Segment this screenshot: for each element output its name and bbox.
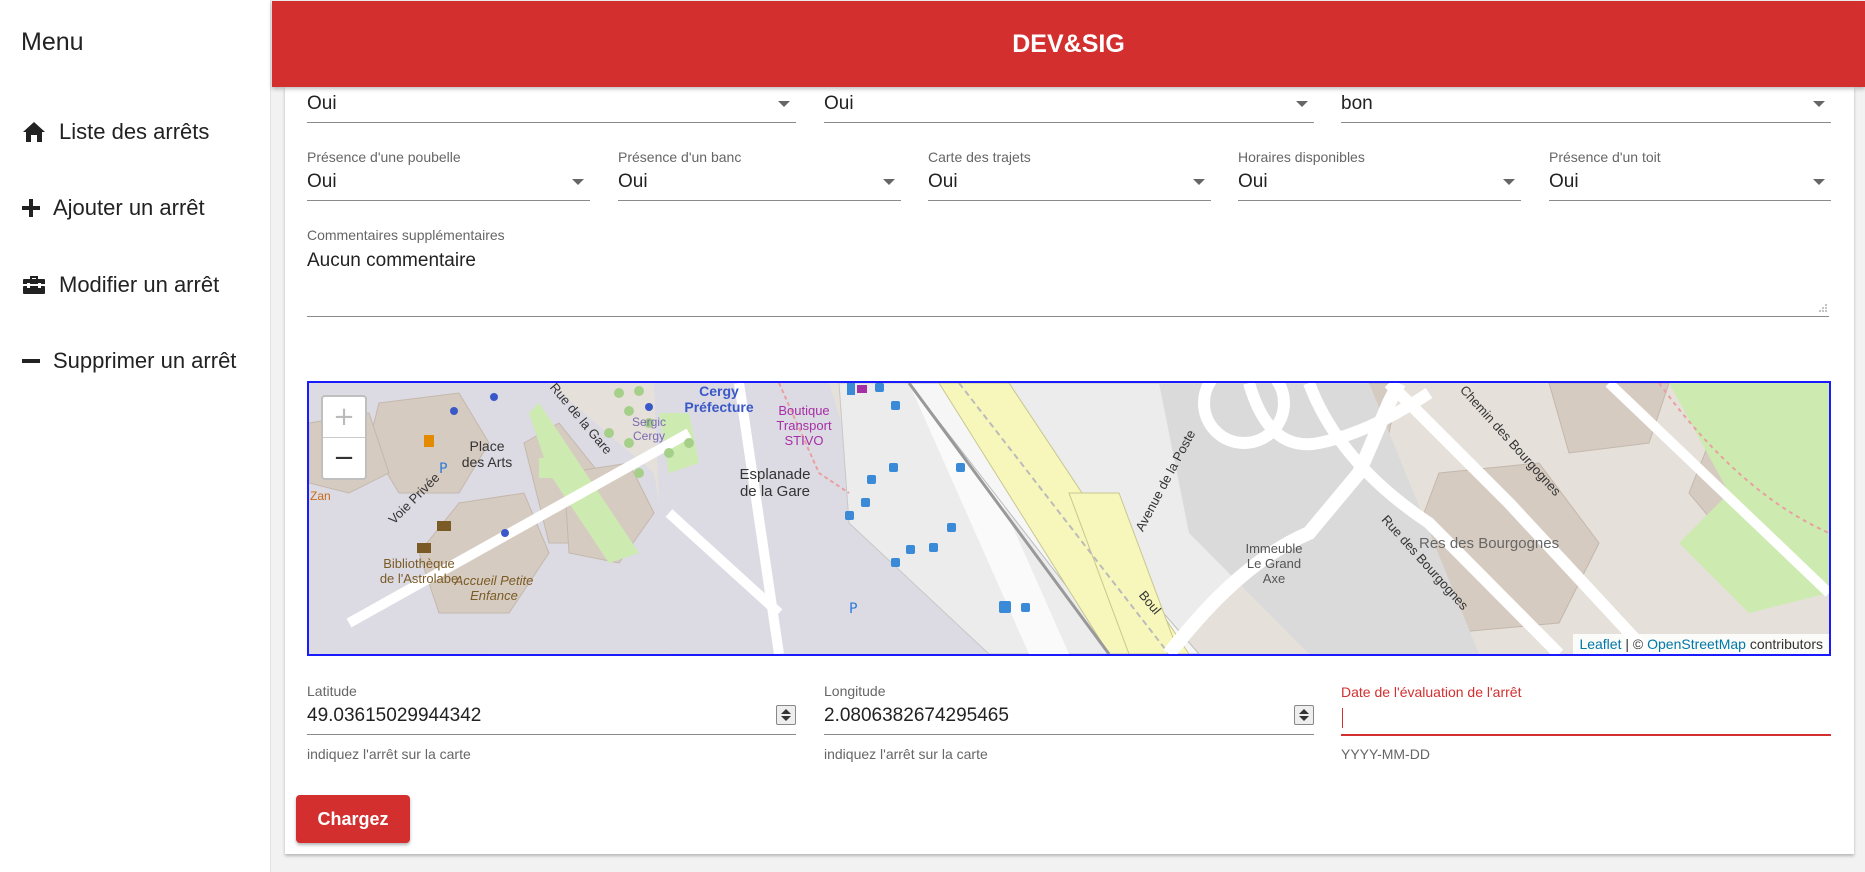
resize-handle-icon[interactable] bbox=[1817, 302, 1827, 312]
toolbox-icon bbox=[21, 272, 47, 298]
map-label: Bibliothèque de l'Astrolabe bbox=[379, 556, 459, 586]
select-value: bon bbox=[1341, 93, 1373, 114]
select-horaires[interactable]: Oui bbox=[1238, 165, 1521, 201]
comments-textarea[interactable]: Aucun commentaire bbox=[307, 242, 1829, 317]
longitude-value: 2.0806382674295465 bbox=[824, 705, 1009, 726]
date-label: Date de l'évaluation de l'arrêt bbox=[1341, 684, 1522, 700]
chevron-down-icon bbox=[572, 179, 584, 185]
select-row1-1[interactable]: Oui bbox=[307, 87, 796, 123]
svg-text:P: P bbox=[439, 461, 447, 477]
map-label: Zan bbox=[310, 489, 331, 503]
select-value: Oui bbox=[307, 171, 337, 192]
field-toit: Présence d'un toit Oui bbox=[1549, 149, 1831, 209]
field-carte: Carte des trajets Oui bbox=[928, 149, 1211, 209]
map-attribution: Leaflet | © OpenStreetMap contributors bbox=[1573, 634, 1829, 654]
map-zoom-control: + − bbox=[321, 395, 367, 480]
attribution-suffix: contributors bbox=[1745, 636, 1823, 652]
zoom-in-button[interactable]: + bbox=[323, 397, 365, 438]
date-input[interactable] bbox=[1341, 700, 1831, 736]
select-banc[interactable]: Oui bbox=[618, 165, 901, 201]
nav-item-label: Liste des arrêts bbox=[59, 119, 210, 144]
nav-item-supprimer[interactable]: Supprimer un arrêt bbox=[21, 341, 236, 381]
minus-icon bbox=[21, 348, 41, 374]
comments-value: Aucun commentaire bbox=[307, 250, 476, 271]
text-caret bbox=[1342, 708, 1343, 728]
longitude-label: Longitude bbox=[824, 683, 886, 699]
map-tiles[interactable]: P P bbox=[309, 383, 1829, 654]
map-label: Res des Bourgognes bbox=[1419, 535, 1560, 552]
app-header: DEV&SIG bbox=[272, 1, 1865, 87]
chevron-down-icon bbox=[1296, 101, 1308, 107]
map-label: Cergy Préfecture bbox=[684, 383, 754, 415]
map-label: Place des Arts bbox=[461, 438, 513, 470]
app-title: DEV&SIG bbox=[1012, 29, 1125, 58]
field-label: Horaires disponibles bbox=[1238, 149, 1365, 165]
nav-item-label: Ajouter un arrêt bbox=[53, 195, 205, 220]
nav-item-liste[interactable]: Liste des arrêts bbox=[21, 112, 209, 152]
select-value: Oui bbox=[618, 171, 648, 192]
plus-icon bbox=[21, 195, 41, 221]
comments-label: Commentaires supplémentaires bbox=[307, 227, 505, 243]
map-label: Immeuble Le Grand Axe bbox=[1245, 541, 1303, 586]
select-value: Oui bbox=[1238, 171, 1268, 192]
sidebar: Menu Liste des arrêts Ajouter un arrêt M… bbox=[0, 0, 271, 872]
map-label: Boutique Transport STIVO bbox=[776, 403, 832, 448]
latitude-label: Latitude bbox=[307, 683, 357, 699]
select-value: Oui bbox=[307, 93, 337, 114]
latitude-hint: indiquez l'arrêt sur la carte bbox=[307, 746, 471, 762]
select-value: Oui bbox=[824, 93, 854, 114]
svg-text:P: P bbox=[849, 601, 857, 617]
field-label: Présence d'un banc bbox=[618, 149, 742, 165]
select-value: Oui bbox=[928, 171, 958, 192]
map-label: Esplanade de la Gare bbox=[739, 466, 811, 500]
attribution-separator: | © bbox=[1621, 636, 1648, 652]
longitude-input[interactable]: 2.0806382674295465 bbox=[824, 699, 1314, 735]
nav-item-label: Supprimer un arrêt bbox=[53, 348, 237, 373]
select-toit[interactable]: Oui bbox=[1549, 165, 1831, 201]
select-poubelle[interactable]: Oui bbox=[307, 165, 590, 201]
field-poubelle: Présence d'une poubelle Oui bbox=[307, 149, 590, 209]
nav-item-label: Modifier un arrêt bbox=[59, 272, 220, 297]
chevron-down-icon bbox=[1813, 179, 1825, 185]
field-horaires: Horaires disponibles Oui bbox=[1238, 149, 1521, 209]
nav-item-ajouter[interactable]: Ajouter un arrêt bbox=[21, 188, 205, 228]
chevron-down-icon bbox=[883, 179, 895, 185]
date-hint: YYYY-MM-DD bbox=[1341, 746, 1430, 762]
chevron-down-icon bbox=[778, 101, 790, 107]
chevron-down-icon bbox=[1503, 179, 1515, 185]
select-carte[interactable]: Oui bbox=[928, 165, 1211, 201]
form-card: Oui Oui bon Présence d'une poubelle Oui … bbox=[285, 87, 1854, 854]
select-row1-2[interactable]: Oui bbox=[824, 87, 1314, 123]
chevron-down-icon bbox=[1193, 179, 1205, 185]
zoom-out-button[interactable]: − bbox=[323, 438, 365, 478]
latitude-value: 49.03615029944342 bbox=[307, 705, 482, 726]
map-view[interactable]: P P Cergy Préfecture Place des Arts Rue … bbox=[307, 381, 1831, 656]
select-value: Oui bbox=[1549, 171, 1579, 192]
map-label: Sergic Cergy bbox=[631, 415, 666, 443]
leaflet-link[interactable]: Leaflet bbox=[1579, 636, 1621, 652]
field-label: Présence d'un toit bbox=[1549, 149, 1661, 165]
chevron-down-icon bbox=[1813, 101, 1825, 107]
number-spinner-icon[interactable] bbox=[776, 705, 796, 725]
select-row1-3[interactable]: bon bbox=[1341, 87, 1831, 123]
field-banc: Présence d'un banc Oui bbox=[618, 149, 901, 209]
longitude-hint: indiquez l'arrêt sur la carte bbox=[824, 746, 988, 762]
field-label: Présence d'une poubelle bbox=[307, 149, 461, 165]
home-icon bbox=[21, 119, 47, 145]
nav-item-modifier[interactable]: Modifier un arrêt bbox=[21, 265, 219, 305]
number-spinner-icon[interactable] bbox=[1294, 705, 1314, 725]
field-label: Carte des trajets bbox=[928, 149, 1031, 165]
menu-title: Menu bbox=[21, 28, 84, 56]
osm-link[interactable]: OpenStreetMap bbox=[1647, 636, 1746, 652]
latitude-input[interactable]: 49.03615029944342 bbox=[307, 699, 796, 735]
submit-button[interactable]: Chargez bbox=[296, 795, 410, 843]
map-label: Accueil Petite Enfance bbox=[454, 573, 534, 603]
